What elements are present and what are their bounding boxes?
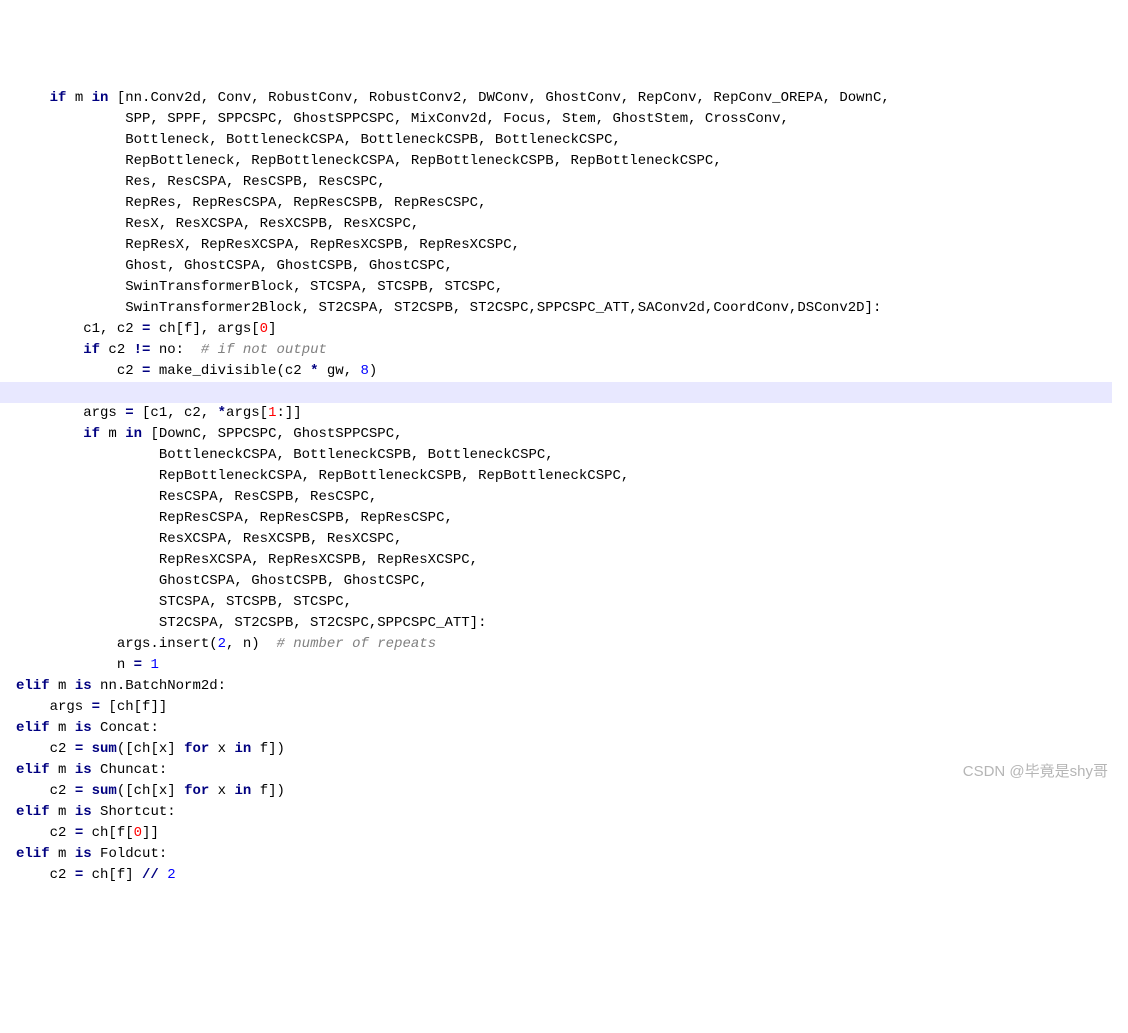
- code-token: is: [75, 846, 92, 862]
- code-line[interactable]: c1, c2 = ch[f], args[0]: [16, 319, 1128, 340]
- code-token: is: [75, 720, 92, 736]
- code-token: *: [310, 363, 318, 379]
- code-line[interactable]: Bottleneck, BottleneckCSPA, BottleneckCS…: [16, 130, 1128, 151]
- code-token: in: [235, 741, 252, 757]
- code-token: elif: [16, 720, 50, 736]
- code-token: elif: [16, 762, 50, 778]
- code-line[interactable]: STCSPA, STCSPB, STCSPC,: [16, 592, 1128, 613]
- code-token: =: [134, 657, 142, 673]
- code-line[interactable]: [0, 382, 1112, 403]
- code-token: in: [92, 90, 109, 106]
- code-line[interactable]: RepRes, RepResCSPA, RepResCSPB, RepResCS…: [16, 193, 1128, 214]
- watermark-text: CSDN @毕竟是shy哥: [963, 761, 1108, 782]
- code-line[interactable]: SwinTransformerBlock, STCSPA, STCSPB, ST…: [16, 277, 1128, 298]
- code-token: =: [142, 363, 150, 379]
- code-line[interactable]: c2 = sum([ch[x] for x in f]): [16, 739, 1128, 760]
- code-line[interactable]: c2 = ch[f[0]]: [16, 823, 1128, 844]
- code-token: if: [83, 342, 100, 358]
- code-line[interactable]: BottleneckCSPA, BottleneckCSPB, Bottlene…: [16, 445, 1128, 466]
- code-editor[interactable]: if m in [nn.Conv2d, Conv, RobustConv, Ro…: [16, 88, 1128, 886]
- code-token: 1: [268, 405, 276, 421]
- code-token: in: [125, 426, 142, 442]
- code-line[interactable]: ResCSPA, ResCSPB, ResCSPC,: [16, 487, 1128, 508]
- code-line[interactable]: RepBottleneckCSPA, RepBottleneckCSPB, Re…: [16, 466, 1128, 487]
- code-token: is: [75, 678, 92, 694]
- code-line[interactable]: if m in [nn.Conv2d, Conv, RobustConv, Ro…: [16, 88, 1128, 109]
- code-line[interactable]: RepBottleneck, RepBottleneckCSPA, RepBot…: [16, 151, 1128, 172]
- code-token: 8: [361, 363, 369, 379]
- code-line[interactable]: RepResX, RepResXCSPA, RepResXCSPB, RepRe…: [16, 235, 1128, 256]
- code-token: sum: [92, 783, 117, 799]
- code-token: 0: [260, 321, 268, 337]
- code-line[interactable]: elif m is nn.BatchNorm2d:: [16, 676, 1128, 697]
- code-line[interactable]: RepResXCSPA, RepResXCSPB, RepResXCSPC,: [16, 550, 1128, 571]
- code-token: =: [92, 699, 100, 715]
- code-line[interactable]: if c2 != no: # if not output: [16, 340, 1128, 361]
- code-token: if: [83, 426, 100, 442]
- code-line[interactable]: c2 = make_divisible(c2 * gw, 8): [16, 361, 1128, 382]
- code-token: =: [142, 321, 150, 337]
- code-token: *: [218, 405, 226, 421]
- code-line[interactable]: ResXCSPA, ResXCSPB, ResXCSPC,: [16, 529, 1128, 550]
- code-line[interactable]: elif m is Shortcut:: [16, 802, 1128, 823]
- code-line[interactable]: args.insert(2, n) # number of repeats: [16, 634, 1128, 655]
- code-token: =: [75, 741, 83, 757]
- code-token: 0: [134, 825, 142, 841]
- code-token: sum: [92, 741, 117, 757]
- code-line[interactable]: RepResCSPA, RepResCSPB, RepResCSPC,: [16, 508, 1128, 529]
- code-token: //: [142, 867, 159, 883]
- code-line[interactable]: c2 = sum([ch[x] for x in f]): [16, 781, 1128, 802]
- code-token: elif: [16, 846, 50, 862]
- code-line[interactable]: Res, ResCSPA, ResCSPB, ResCSPC,: [16, 172, 1128, 193]
- code-line[interactable]: GhostCSPA, GhostCSPB, GhostCSPC,: [16, 571, 1128, 592]
- code-token: 2: [218, 636, 226, 652]
- code-token: =: [75, 867, 83, 883]
- code-token: in: [235, 783, 252, 799]
- code-token: for: [184, 741, 209, 757]
- code-line[interactable]: args = [ch[f]]: [16, 697, 1128, 718]
- code-token: is: [75, 762, 92, 778]
- code-token: 1: [150, 657, 158, 673]
- code-token: =: [75, 783, 83, 799]
- code-line[interactable]: n = 1: [16, 655, 1128, 676]
- code-line[interactable]: ResX, ResXCSPA, ResXCSPB, ResXCSPC,: [16, 214, 1128, 235]
- code-token: is: [75, 804, 92, 820]
- code-token: for: [184, 783, 209, 799]
- code-token: # if not output: [201, 342, 327, 358]
- code-token: =: [75, 825, 83, 841]
- code-line[interactable]: args = [c1, c2, *args[1:]]: [16, 403, 1128, 424]
- code-line[interactable]: elif m is Concat:: [16, 718, 1128, 739]
- code-token: # number of repeats: [276, 636, 436, 652]
- code-token: 2: [167, 867, 175, 883]
- code-line[interactable]: Ghost, GhostCSPA, GhostCSPB, GhostCSPC,: [16, 256, 1128, 277]
- code-token: if: [50, 90, 67, 106]
- code-token: !=: [134, 342, 151, 358]
- code-line[interactable]: SPP, SPPF, SPPCSPC, GhostSPPCSPC, MixCon…: [16, 109, 1128, 130]
- code-line[interactable]: SwinTransformer2Block, ST2CSPA, ST2CSPB,…: [16, 298, 1128, 319]
- code-token: elif: [16, 678, 50, 694]
- code-line[interactable]: c2 = ch[f] // 2: [16, 865, 1128, 886]
- code-token: elif: [16, 804, 50, 820]
- code-line[interactable]: ST2CSPA, ST2CSPB, ST2CSPC,SPPCSPC_ATT]:: [16, 613, 1128, 634]
- code-line[interactable]: elif m is Chuncat:: [16, 760, 1128, 781]
- code-token: =: [125, 405, 133, 421]
- code-line[interactable]: elif m is Foldcut:: [16, 844, 1128, 865]
- code-line[interactable]: if m in [DownC, SPPCSPC, GhostSPPCSPC,: [16, 424, 1128, 445]
